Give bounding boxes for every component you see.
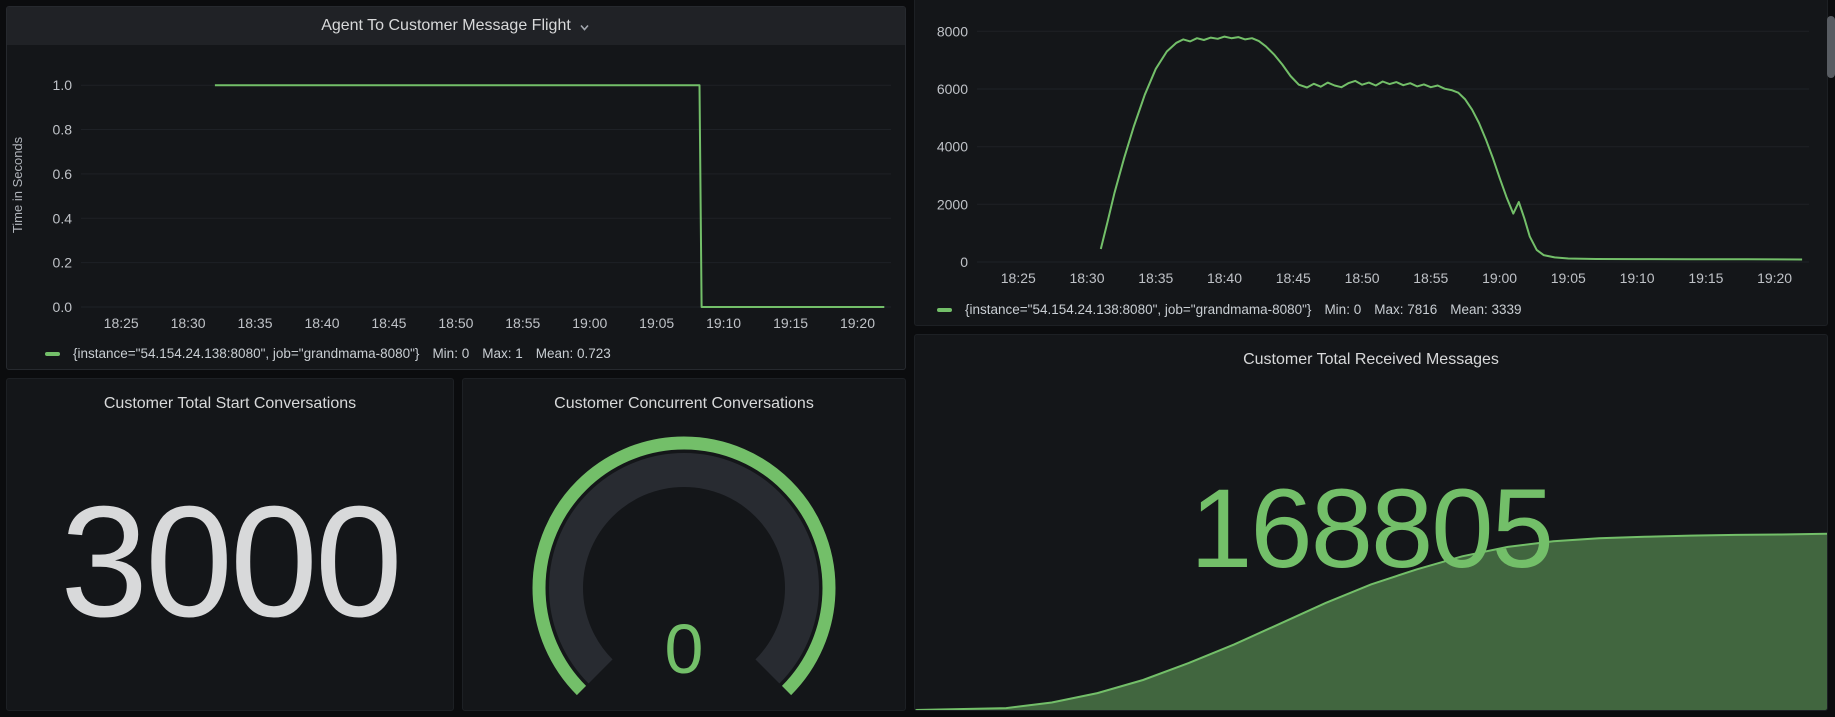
x-tick-label: 18:55 [1413,270,1448,286]
x-tick-label: 18:35 [1138,270,1173,286]
x-tick-label: 19:10 [1620,270,1655,286]
x-tick-label: 19:00 [1482,270,1517,286]
panel-throughput-chart: 0 2000 4000 6000 8000 18:25 18:30 18:35 18:40 18:… [914,0,1828,326]
series-line [1101,37,1802,260]
x-tick-label: 18:45 [371,315,406,331]
flight-chart-legend: {instance="54.154.24.138:8080", job="gra… [7,346,905,361]
panel-customer-total-start-conversations: Customer Total Start Conversations 3000 [6,378,454,711]
throughput-chart-legend: {instance="54.154.24.138:8080", job="gra… [915,302,1827,317]
x-tick-label: 18:30 [1069,270,1104,286]
x-tick-label: 18:25 [1001,270,1036,286]
x-tick-label: 19:20 [840,315,875,331]
x-tick-label: 18:50 [1345,270,1380,286]
x-tick-label: 19:05 [1551,270,1586,286]
x-tick-label: 18:55 [505,315,540,331]
legend-max: Max: 1 [482,346,523,361]
x-tick-label: 19:00 [572,315,607,331]
concurrent-conversations-value: 0 [665,610,704,688]
flight-chart-svg: 0.0 0.2 0.4 0.6 0.8 1.0 18:25 18:30 18:35 18:40 18… [7,45,905,337]
throughput-chart-svg: 0 2000 4000 6000 8000 18:25 18:30 18:35 18:40 18:… [915,0,1827,292]
legend-min: Min: 0 [1324,302,1361,317]
legend-mean: Mean: 3339 [1450,302,1521,317]
y-tick-label: 4000 [937,139,968,155]
panel-agent-to-customer-message-flight: Agent To Customer Message Flight 0.00.20… [6,6,906,370]
y-tick-label: 0.6 [53,166,73,182]
x-tick-label: 18:40 [304,315,339,331]
gauge-chart: 0 [463,379,906,711]
received-messages-value: 168805 [915,473,1827,585]
panel-title[interactable]: Agent To Customer Message Flight [321,17,571,35]
scrollbar-thumb[interactable] [1827,16,1835,78]
y-tick-label: 0.2 [53,255,73,271]
x-tick-label: 18:45 [1276,270,1311,286]
legend-max: Max: 7816 [1374,302,1437,317]
stat-value-container: 3000 [7,413,453,710]
panel-title[interactable]: Customer Concurrent Conversations [463,395,905,413]
y-tick-label: 1.0 [53,77,73,93]
y-tick-label: 0 [960,254,968,270]
x-tick-label: 18:30 [171,315,206,331]
x-tick-label: 19:05 [639,315,674,331]
series-color-swatch [45,352,60,356]
chevron-down-icon [578,21,591,34]
y-tick-label: 0.8 [53,122,73,138]
panel-customer-total-received-messages: Customer Total Received Messages 168805 [914,334,1828,711]
series-line [215,85,884,307]
x-tick-label: 18:50 [438,315,473,331]
panel-title[interactable]: Customer Total Received Messages [915,351,1827,369]
x-tick-label: 19:15 [1688,270,1723,286]
start-conversations-value: 3000 [60,483,400,641]
y-axis-title: Time in Seconds [10,136,25,233]
x-tick-label: 19:20 [1757,270,1792,286]
panel-title[interactable]: Customer Total Start Conversations [7,395,453,413]
legend-series-name[interactable]: {instance="54.154.24.138:8080", job="gra… [73,346,419,361]
legend-min: Min: 0 [432,346,469,361]
x-tick-label: 19:15 [773,315,808,331]
x-tick-label: 18:25 [104,315,139,331]
y-tick-label: 2000 [937,196,968,212]
x-tick-label: 18:40 [1207,270,1242,286]
panel-header-dropdown[interactable]: Agent To Customer Message Flight [7,7,905,45]
y-tick-label: 8000 [937,23,968,39]
x-tick-label: 18:35 [237,315,272,331]
throughput-time-series-chart[interactable]: 0 2000 4000 6000 8000 18:25 18:30 18:35 18:40 18:… [915,0,1827,292]
y-tick-label: 0.0 [53,299,73,315]
y-tick-label: 6000 [937,81,968,97]
flight-time-series-chart[interactable]: 0.0 0.2 0.4 0.6 0.8 1.0 18:25 18:30 18:35 18:40 18… [7,45,905,337]
x-tick-label: 19:10 [706,315,741,331]
y-tick-label: 0.4 [53,210,73,226]
legend-series-name[interactable]: {instance="54.154.24.138:8080", job="gra… [965,302,1311,317]
legend-mean: Mean: 0.723 [536,346,611,361]
series-color-swatch [937,308,952,312]
panel-customer-concurrent-conversations: 0 Customer Concurrent Conversations [462,378,906,711]
